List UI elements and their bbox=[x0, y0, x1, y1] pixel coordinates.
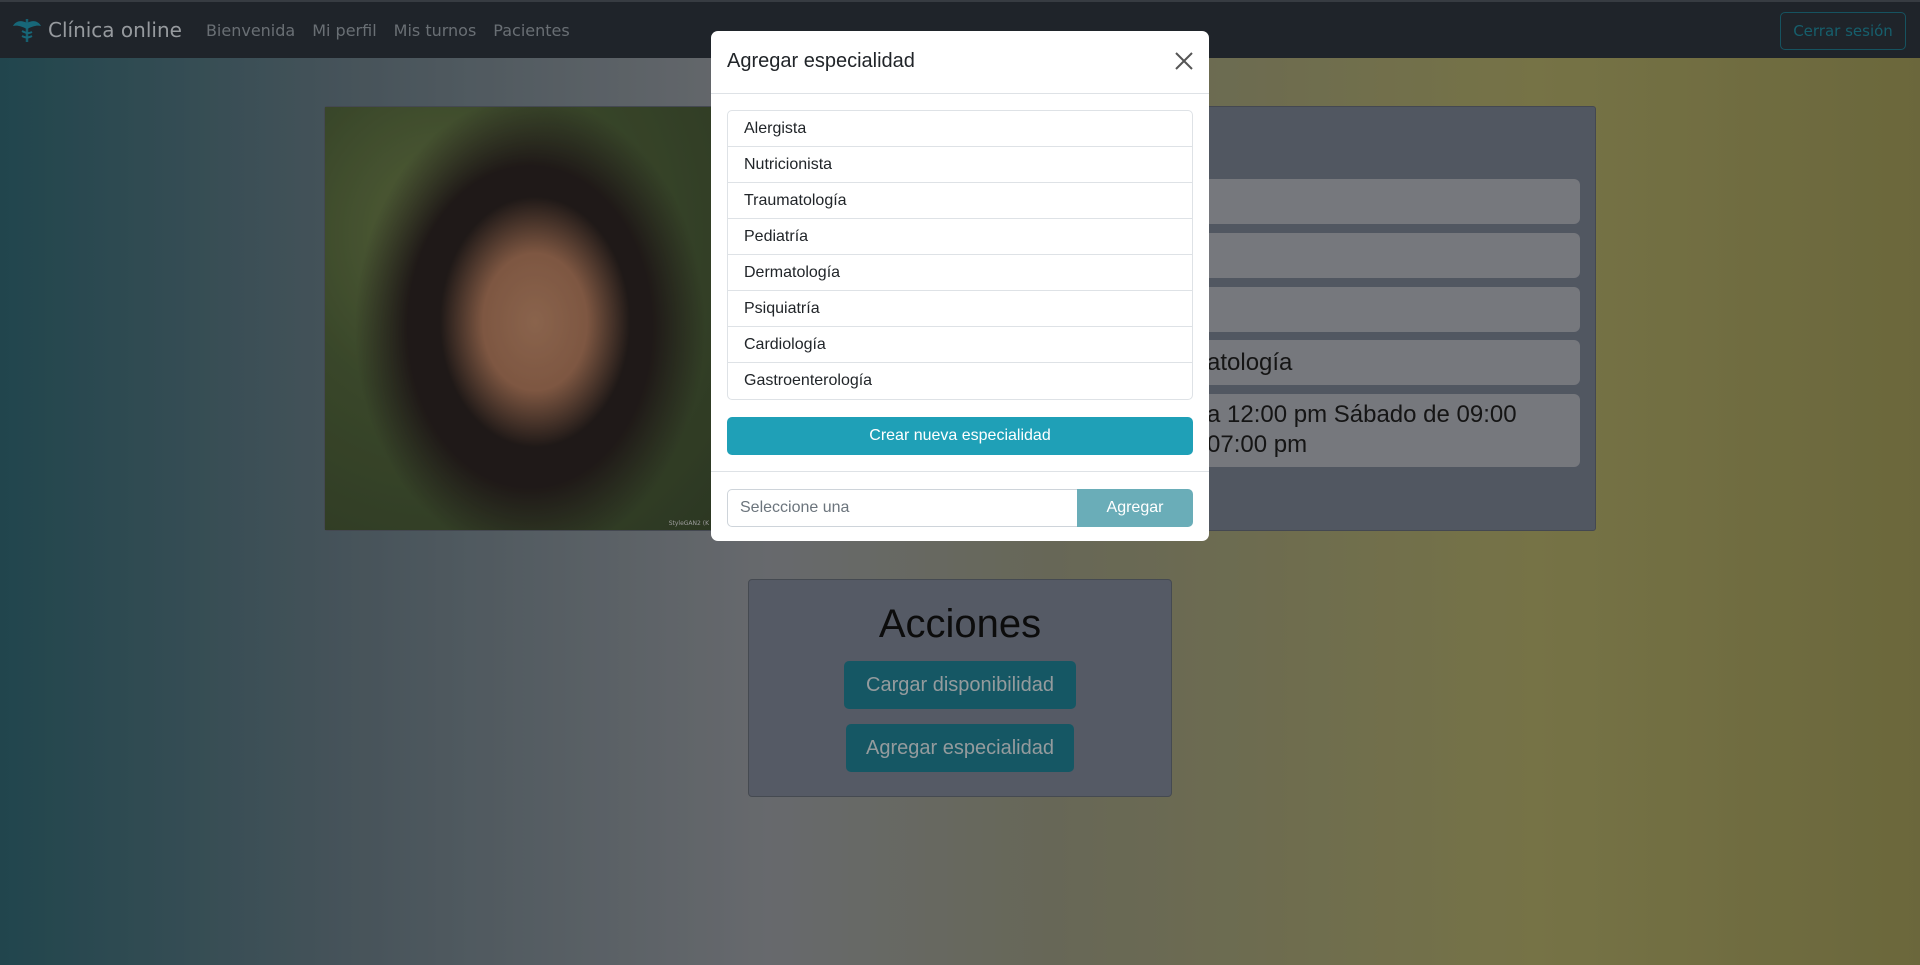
add-specialty-modal: Agregar especialidad Alergista Nutricion… bbox=[711, 31, 1209, 541]
modal-title: Agregar especialidad bbox=[727, 50, 915, 72]
specialty-item[interactable]: Alergista bbox=[728, 111, 1192, 147]
close-icon bbox=[1175, 52, 1193, 70]
create-specialty-button[interactable]: Crear nueva especialidad bbox=[727, 417, 1193, 455]
specialty-item[interactable]: Nutricionista bbox=[728, 147, 1192, 183]
specialty-item[interactable]: Dermatología bbox=[728, 255, 1192, 291]
specialty-list: Alergista Nutricionista Traumatología Pe… bbox=[727, 110, 1193, 400]
specialty-item[interactable]: Pediatría bbox=[728, 219, 1192, 255]
modal-footer: Agregar bbox=[711, 471, 1209, 541]
specialty-item[interactable]: Cardiología bbox=[728, 327, 1192, 363]
add-button[interactable]: Agregar bbox=[1077, 489, 1193, 527]
specialty-item[interactable]: Psiquiatría bbox=[728, 291, 1192, 327]
specialty-item[interactable]: Traumatología bbox=[728, 183, 1192, 219]
close-button[interactable] bbox=[1173, 50, 1195, 72]
specialty-select-input[interactable] bbox=[727, 489, 1077, 527]
specialty-item[interactable]: Gastroenterología bbox=[728, 363, 1192, 399]
modal-header: Agregar especialidad bbox=[711, 31, 1209, 94]
